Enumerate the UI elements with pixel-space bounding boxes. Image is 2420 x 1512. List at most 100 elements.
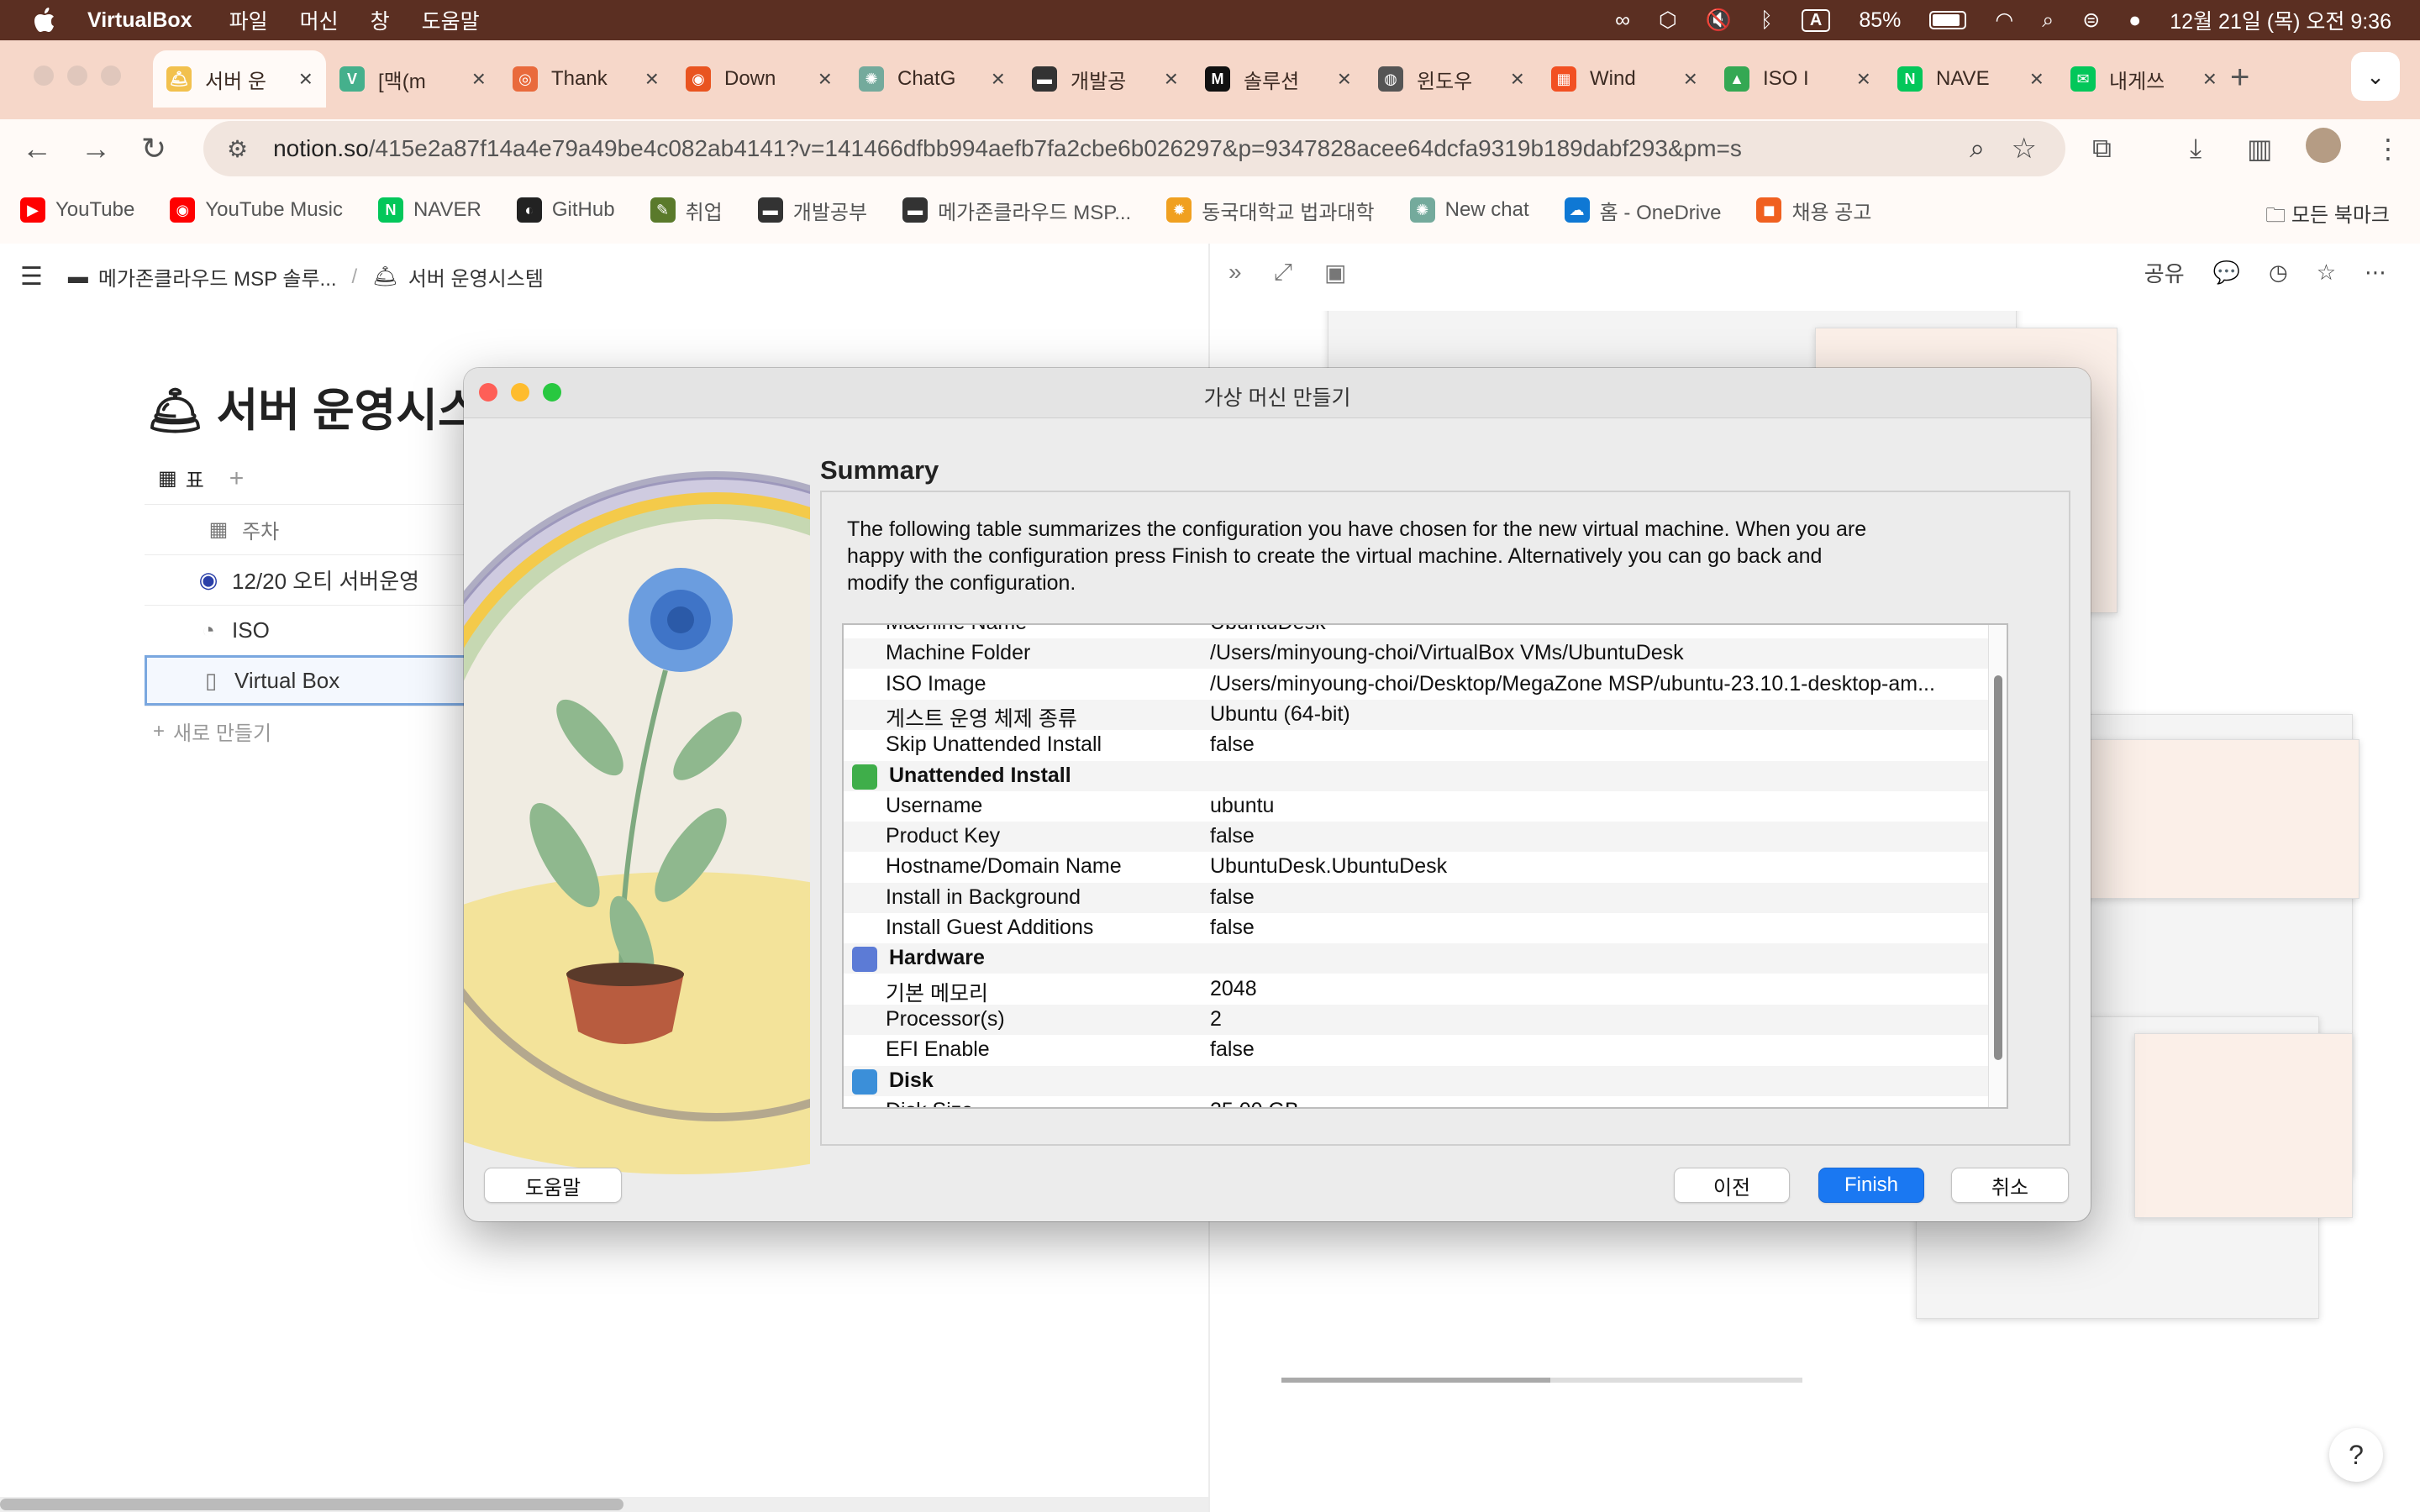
menu-help[interactable]: 도움말 <box>422 5 480 35</box>
horizontal-scrollbar[interactable] <box>0 1497 1208 1512</box>
more-menu-icon[interactable]: ⋮ <box>2375 133 2402 165</box>
tab-favicon-icon: V <box>339 66 365 92</box>
new-tab-button[interactable]: + <box>2230 59 2249 97</box>
url-text[interactable]: notion.so/415e2a87f14a4e79a49be4c082ab41… <box>273 135 1742 162</box>
battery-icon[interactable] <box>1929 11 1967 29</box>
bookmark-item[interactable]: ◉ YouTube Music <box>170 196 343 225</box>
favorite-star-icon[interactable]: ☆ <box>2317 260 2336 286</box>
input-source-indicator[interactable]: A <box>1801 8 1831 32</box>
profile-avatar[interactable] <box>2306 128 2341 163</box>
browser-tab[interactable]: ✉ 내게쓰 × <box>2057 50 2230 108</box>
menubar-clock[interactable]: 12월 21일 (목) 오전 9:36 <box>2170 5 2391 35</box>
cancel-button[interactable]: 취소 <box>1951 1168 2069 1203</box>
browser-tab[interactable]: ◍ 윈도우 × <box>1365 50 1538 108</box>
menu-machine[interactable]: 머신 <box>300 5 339 35</box>
close-tab-icon[interactable]: × <box>1684 66 1697 92</box>
share-button[interactable]: 공유 <box>2144 257 2185 288</box>
browser-tab[interactable]: 🛎 서버 운 × <box>153 50 326 108</box>
browser-tab[interactable]: ▬ 개발공 × <box>1018 50 1192 108</box>
breadcrumb-parent[interactable]: 메가존클라우드 MSP 솔루... <box>98 262 337 291</box>
siri-icon[interactable]: ● <box>2128 8 2141 33</box>
comment-icon[interactable]: 💬 <box>2213 260 2240 286</box>
bookmark-star-icon[interactable]: ☆ <box>2012 132 2037 165</box>
bookmark-item[interactable]: ☁ 홈 - OneDrive <box>1564 196 1721 225</box>
glasses-icon[interactable]: ∞ <box>1615 8 1630 33</box>
bluetooth-icon[interactable]: ᛒ <box>1760 8 1773 33</box>
bookmark-item[interactable]: ▬ 메가존클라우드 MSP... <box>902 196 1131 225</box>
close-tab-icon[interactable]: × <box>1338 66 1351 92</box>
tab-search-button[interactable]: ⌄ <box>2351 52 2400 101</box>
minimize-window-button[interactable] <box>67 66 87 86</box>
history-icon[interactable]: ◷ <box>2269 260 2288 286</box>
zoom-window-button[interactable] <box>101 66 121 86</box>
help-button[interactable]: 도움말 <box>484 1168 622 1203</box>
bookmark-list: ▶ YouTube ◉ YouTube Music N NAVER ◐ GitHub ✎ 취업 ▬ 개… <box>20 196 1907 225</box>
table-icon: ▦ <box>158 467 177 490</box>
expand-icon[interactable]: ⤢ <box>1274 259 1292 286</box>
tab-table-view[interactable]: 표 <box>186 464 204 493</box>
close-tab-icon[interactable]: × <box>818 66 832 92</box>
browser-tab[interactable]: ◉ Down × <box>672 50 845 108</box>
sidebar-toggle-icon[interactable]: ☰ <box>20 262 43 291</box>
site-info-icon[interactable]: ⚙ <box>227 135 248 163</box>
close-window-button[interactable] <box>34 66 54 86</box>
close-tab-icon[interactable]: × <box>472 66 486 92</box>
reload-icon[interactable]: ↻ <box>141 131 166 166</box>
side-panel-icon[interactable]: ▥ <box>2247 133 2272 165</box>
finish-button[interactable]: Finish <box>1818 1168 1924 1203</box>
forward-arrow-icon[interactable]: → <box>81 131 111 166</box>
view-tabs: ▦ 표 + <box>158 464 244 493</box>
browser-tab[interactable]: ◎ Thank × <box>499 50 672 108</box>
browser-tab[interactable]: ▦ Wind × <box>1538 50 1711 108</box>
download-icon[interactable]: ⤓ <box>2190 133 2202 165</box>
menu-file[interactable]: 파일 <box>229 5 268 35</box>
help-question-button[interactable]: ? <box>2329 1428 2383 1482</box>
browser-tab[interactable]: V [맥(m × <box>326 50 499 108</box>
cube-icon[interactable]: ⬡ <box>1659 8 1677 33</box>
summary-value: false <box>1210 1037 1255 1062</box>
control-center-icon[interactable]: ⊜ <box>2082 8 2100 33</box>
browser-tab[interactable]: M 솔루션 × <box>1192 50 1365 108</box>
close-tab-icon[interactable]: × <box>2030 66 2044 92</box>
close-tab-icon[interactable]: × <box>992 66 1005 92</box>
tab-favicon-icon: ◉ <box>686 66 711 92</box>
mute-icon[interactable]: 🔇 <box>1706 8 1732 33</box>
apple-icon[interactable] <box>32 8 57 33</box>
browser-tab[interactable]: ✺ ChatG × <box>845 50 1018 108</box>
bookmark-item[interactable]: ▶ YouTube <box>20 196 134 225</box>
bookmark-item[interactable]: N NAVER <box>377 196 481 225</box>
bookmark-item[interactable]: ✹ 동국대학교 법과대학 <box>1166 196 1375 225</box>
close-tab-icon[interactable]: × <box>1165 66 1178 92</box>
back-arrow-icon[interactable]: ← <box>22 131 52 166</box>
close-tab-icon[interactable]: × <box>2203 66 2217 92</box>
bookmark-item[interactable]: ◐ GitHub <box>516 196 615 225</box>
wifi-icon[interactable]: ◠ <box>1995 8 2013 33</box>
extensions-icon[interactable]: ⧉ <box>2092 133 2112 165</box>
breadcrumb-current[interactable]: 서버 운영시스템 <box>408 262 544 291</box>
bookmark-item[interactable]: ✺ New chat <box>1409 196 1529 225</box>
browser-tab[interactable]: N NAVE × <box>1884 50 2057 108</box>
bookmark-item[interactable]: ▬ 개발공부 <box>757 196 867 225</box>
add-view-icon[interactable]: + <box>229 465 245 493</box>
page-title[interactable]: 🛎 서버 운영시스 <box>146 373 480 439</box>
menu-bar: VirtualBox 파일 머신 창 도움말 ∞ ⬡ 🔇 ᛒ A 85% ◠ ⌕… <box>0 0 2420 40</box>
close-peek-icon[interactable]: » <box>1228 259 1242 286</box>
more-icon[interactable]: ⋯ <box>2365 260 2386 286</box>
back-button[interactable]: 이전 <box>1674 1168 1790 1203</box>
close-tab-icon[interactable]: × <box>299 66 313 92</box>
spotlight-search-icon[interactable]: ⌕ <box>2042 8 2054 33</box>
browser-tab[interactable]: ▲ ISO I × <box>1711 50 1884 108</box>
bookmark-item[interactable]: ✎ 취업 <box>650 196 723 225</box>
summary-scrollbar[interactable] <box>1988 625 2007 1107</box>
address-bar[interactable]: ⚙ notion.so/415e2a87f14a4e79a49be4c082ab… <box>203 121 2065 176</box>
app-name[interactable]: VirtualBox <box>87 8 192 33</box>
close-tab-icon[interactable]: × <box>1857 66 1870 92</box>
bookmark-item[interactable]: ◼ 채용 공고 <box>1756 196 1871 225</box>
search-icon[interactable]: ⌕ <box>1970 133 1985 165</box>
peek-mode-icon[interactable]: ▣ <box>1324 259 1346 286</box>
close-tab-icon[interactable]: × <box>1511 66 1524 92</box>
close-tab-icon[interactable]: × <box>645 66 659 92</box>
all-bookmarks-folder[interactable]: 🗀 모든 북마크 <box>2265 198 2390 235</box>
summary-table[interactable]: Machine Name UbuntuDesk Machine Folder/Use… <box>842 623 2008 1109</box>
menu-window[interactable]: 창 <box>371 5 390 35</box>
